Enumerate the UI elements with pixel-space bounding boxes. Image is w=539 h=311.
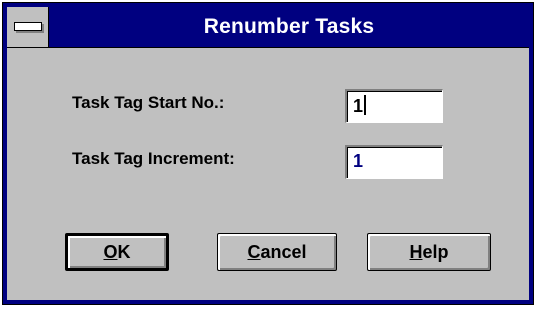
start-number-input[interactable]: 1 xyxy=(345,89,443,123)
increment-input[interactable]: 1 xyxy=(345,145,443,179)
text-caret xyxy=(364,95,367,115)
system-menu-button[interactable] xyxy=(7,7,49,47)
renumber-tasks-dialog: Renumber Tasks Task Tag Start No.: 1 Tas… xyxy=(2,2,534,305)
cancel-button[interactable]: Cancel xyxy=(217,233,337,271)
system-menu-icon xyxy=(14,22,42,31)
help-label: elp xyxy=(422,242,449,262)
help-button[interactable]: Help xyxy=(367,233,491,271)
ok-label: K xyxy=(117,242,131,262)
help-mnemonic: H xyxy=(409,242,423,262)
dialog-title: Renumber Tasks xyxy=(203,15,375,38)
title-bar[interactable]: Renumber Tasks xyxy=(7,7,529,48)
cancel-mnemonic: C xyxy=(247,242,261,262)
ok-mnemonic: O xyxy=(103,242,118,262)
start-number-label: Task Tag Start No.: xyxy=(72,93,225,112)
ok-button[interactable]: OK xyxy=(65,233,169,271)
start-number-value: 1 xyxy=(353,96,364,116)
increment-value: 1 xyxy=(353,151,364,171)
cancel-label: ancel xyxy=(260,242,307,262)
increment-label: Task Tag Increment: xyxy=(72,149,235,168)
